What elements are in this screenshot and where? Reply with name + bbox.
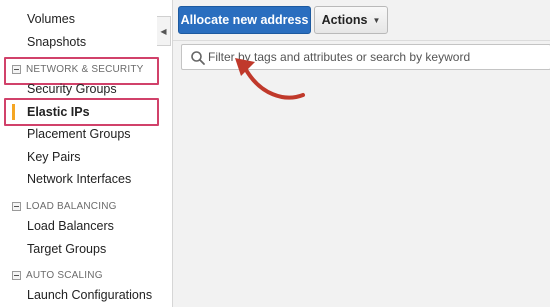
search-icon [191, 51, 205, 65]
sidebar-item-network-interfaces[interactable]: Network Interfaces [27, 172, 131, 186]
annotation-highlight-elastic-ips [4, 98, 159, 126]
collapse-sidebar-button[interactable]: ◀ [157, 16, 171, 46]
sidebar-item-security-groups[interactable]: Security Groups [27, 82, 117, 96]
search-input[interactable] [208, 45, 550, 69]
actions-dropdown-button[interactable]: Actions ▼ [314, 6, 388, 34]
chevron-left-icon: ◀ [160, 26, 167, 36]
chevron-down-icon: ▼ [372, 15, 381, 25]
sidebar-item-key-pairs[interactable]: Key Pairs [27, 150, 81, 164]
section-title: AUTO SCALING [26, 270, 103, 281]
sidebar: Volumes Snapshots NETWORK & SECURITY Sec… [0, 0, 159, 307]
sidebar-item-target-groups[interactable]: Target Groups [27, 242, 106, 256]
section-auto-scaling[interactable]: AUTO SCALING [12, 270, 103, 281]
sidebar-item-snapshots[interactable]: Snapshots [27, 35, 86, 49]
section-load-balancing[interactable]: LOAD BALANCING [12, 201, 117, 212]
toolbar-divider [173, 40, 550, 41]
sidebar-item-launch-configurations[interactable]: Launch Configurations [27, 288, 152, 302]
section-title: LOAD BALANCING [26, 201, 117, 212]
sidebar-item-placement-groups[interactable]: Placement Groups [27, 127, 131, 141]
actions-label: Actions [321, 13, 368, 27]
main-panel: Allocate new address Actions ▼ [172, 0, 550, 307]
search-box[interactable] [181, 44, 550, 70]
annotation-highlight-network-security [4, 57, 159, 85]
sidebar-item-load-balancers[interactable]: Load Balancers [27, 219, 114, 233]
sidebar-item-volumes[interactable]: Volumes [27, 12, 75, 26]
collapse-icon[interactable] [12, 202, 21, 211]
allocate-new-address-button[interactable]: Allocate new address [178, 6, 311, 34]
collapse-icon[interactable] [12, 271, 21, 280]
